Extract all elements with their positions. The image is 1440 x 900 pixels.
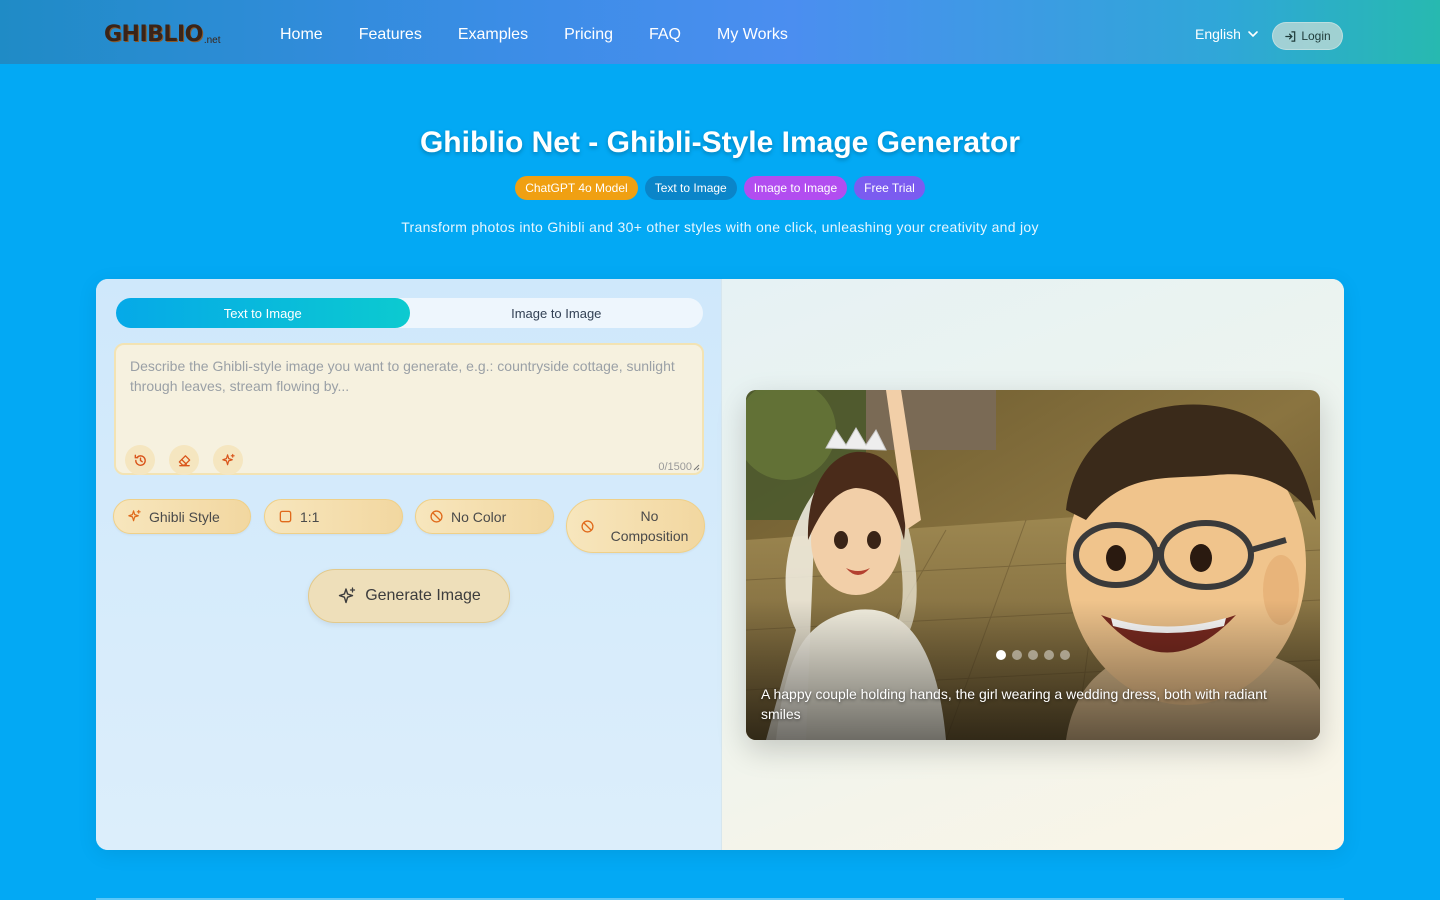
generate-image-label: Generate Image (365, 587, 481, 604)
language-label: English (1195, 26, 1241, 42)
example-caption: A happy couple holding hands, the girl w… (761, 686, 1267, 722)
nav-link-examples[interactable]: Examples (458, 25, 528, 45)
generate-image-button[interactable]: Generate Image (308, 569, 510, 623)
sparkle-icon (128, 509, 141, 522)
language-selector[interactable]: English (1195, 26, 1259, 42)
composition-label-line2: Composition (610, 528, 689, 544)
style-selector[interactable]: Ghibli Style (113, 499, 251, 534)
carousel-dot[interactable] (1028, 650, 1038, 660)
login-label: Login (1301, 29, 1331, 43)
square-icon (279, 510, 292, 523)
feature-badges: ChatGPT 4o Model Text to Image Image to … (0, 176, 1440, 200)
composition-label: No Composition (602, 506, 697, 546)
preview-panel: A happy couple holding hands, the girl w… (721, 279, 1344, 850)
badge-text-to-image: Text to Image (644, 176, 737, 200)
aspect-ratio-selector[interactable]: 1:1 (264, 499, 403, 534)
prompt-input[interactable] (130, 356, 690, 426)
chevron-down-icon (1248, 31, 1258, 38)
color-label: No Color (451, 508, 507, 525)
login-icon (1285, 30, 1296, 42)
history-button[interactable] (125, 445, 155, 475)
page-subtitle: Transform photos into Ghibli and 30+ oth… (401, 219, 1039, 235)
page-title: Ghiblio Net - Ghibli-Style Image Generat… (419, 126, 1021, 159)
color-selector[interactable]: No Color (415, 499, 554, 534)
carousel-dot[interactable] (1044, 650, 1054, 660)
nav-link-pricing[interactable]: Pricing (564, 25, 613, 45)
badge-chatgpt-model: ChatGPT 4o Model (515, 176, 638, 200)
clear-button[interactable] (169, 445, 199, 475)
ban-icon (430, 510, 443, 523)
tab-text-to-image[interactable]: Text to Image (116, 298, 410, 328)
character-counter: 0/1500 (658, 461, 692, 473)
composition-selector[interactable]: No Composition (566, 499, 705, 553)
tab-image-to-image[interactable]: Image to Image (410, 298, 704, 328)
login-button[interactable]: Login (1272, 22, 1343, 50)
mode-tabs: Text to Image Image to Image (116, 298, 703, 328)
generator-card: Text to Image Image to Image 0/1500 Ghib… (96, 279, 1344, 850)
example-carousel[interactable]: A happy couple holding hands, the girl w… (746, 390, 1320, 740)
eraser-icon (178, 454, 190, 466)
history-icon (134, 454, 146, 466)
generator-panel: Text to Image Image to Image 0/1500 Ghib… (96, 279, 721, 850)
main-nav: Home Features Examples Pricing FAQ My Wo… (280, 0, 824, 70)
carousel-dot[interactable] (996, 650, 1006, 660)
top-navbar: GHIBLIO .net Home Features Examples Pric… (0, 0, 1440, 64)
nav-link-features[interactable]: Features (359, 25, 422, 45)
logo-text: GHIBLIO (104, 22, 203, 47)
enhance-prompt-button[interactable] (213, 445, 243, 475)
sparkle-icon (338, 587, 356, 604)
carousel-dot[interactable] (1060, 650, 1070, 660)
carousel-dots (996, 650, 1070, 660)
badge-free-trial: Free Trial (854, 176, 925, 200)
style-label: Ghibli Style (149, 508, 220, 525)
resize-grip-icon[interactable] (692, 463, 700, 471)
logo[interactable]: GHIBLIO .net (104, 20, 221, 48)
logo-suffix: .net (203, 35, 221, 46)
ban-icon (581, 519, 594, 533)
carousel-dot[interactable] (1012, 650, 1022, 660)
nav-link-my-works[interactable]: My Works (717, 25, 788, 45)
composition-label-line1: No (640, 508, 659, 524)
nav-link-faq[interactable]: FAQ (649, 25, 681, 45)
badge-image-to-image: Image to Image (743, 176, 848, 200)
nav-link-home[interactable]: Home (280, 25, 323, 45)
prompt-box: 0/1500 (114, 343, 704, 475)
sparkle-icon (221, 453, 235, 465)
aspect-ratio-label: 1:1 (300, 508, 320, 525)
